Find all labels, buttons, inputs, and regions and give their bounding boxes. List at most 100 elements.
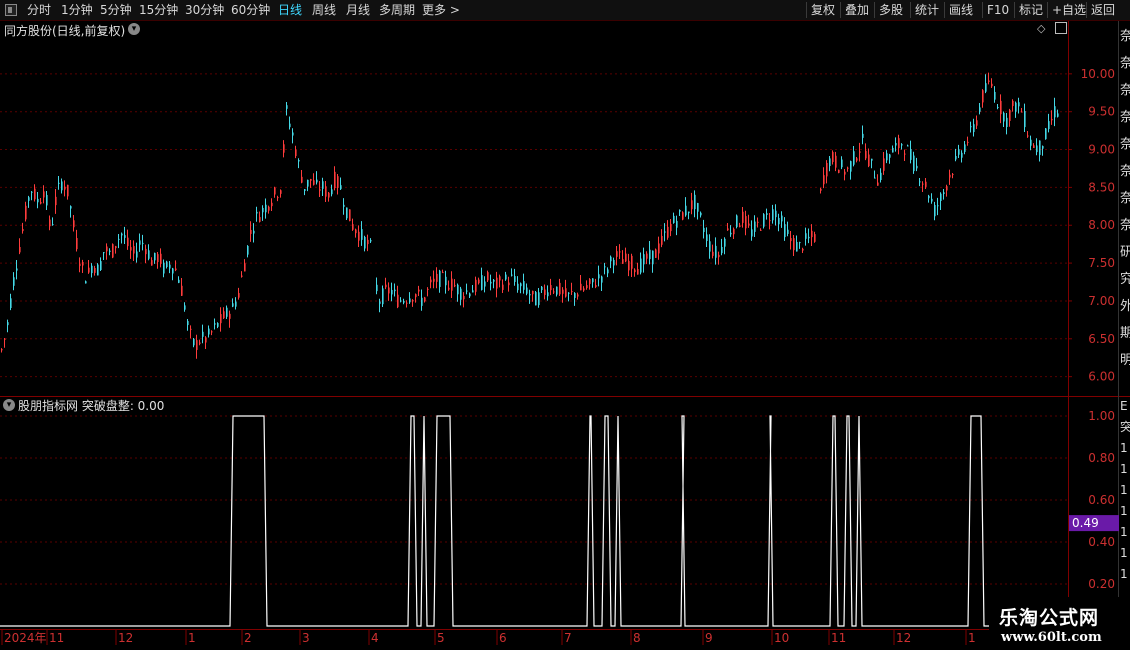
candle-body (1045, 128, 1047, 140)
candle-body (187, 321, 189, 326)
candle-body (931, 198, 933, 202)
right-edge-char: 1 (1120, 525, 1128, 539)
candle-body (37, 198, 39, 203)
candle-body (274, 187, 276, 195)
candle-body (133, 246, 135, 254)
candle-body (514, 276, 516, 282)
candle-body (649, 249, 651, 260)
main-tick-label: 6.50 (1088, 332, 1115, 346)
candle-body (25, 205, 27, 220)
candle-body (736, 215, 738, 227)
candle-body (496, 277, 498, 289)
candle-body (481, 275, 483, 290)
candle-body (154, 252, 156, 261)
candle-body (973, 124, 975, 133)
right-edge-char: 奈 (1120, 164, 1130, 179)
candle-body (628, 260, 630, 271)
candle-body (1039, 140, 1041, 155)
candle-body (334, 171, 336, 189)
candle-body (196, 340, 198, 350)
candle-body (613, 259, 615, 266)
candle-body (619, 251, 621, 253)
candle-body (412, 299, 414, 302)
candle-body (607, 269, 609, 274)
candle-body (562, 289, 564, 294)
candle-body (787, 229, 789, 234)
candle-body (328, 192, 330, 198)
right-edge-char: 奈 (1120, 191, 1130, 206)
candle-body (343, 204, 345, 207)
candle-body (118, 238, 120, 240)
candle-body (874, 177, 876, 179)
ind-tick-label: 0.20 (1088, 577, 1115, 591)
candle-body (58, 182, 60, 184)
candle-body (355, 229, 357, 234)
candle-body (982, 90, 984, 103)
candle-body (295, 149, 297, 157)
candle-body (223, 311, 225, 319)
candle-body (1036, 145, 1038, 153)
candle-body (616, 251, 618, 257)
candle-body (697, 203, 699, 212)
chart-canvas[interactable]: 10.00 9.50 9.00 8.50 8.00 7.50 7.00 6.50 6.00 1.0… (0, 0, 1130, 650)
candle-body (610, 256, 612, 262)
candle-body (325, 186, 327, 197)
time-label: 12 (118, 631, 133, 645)
candle-body (241, 275, 243, 277)
candle-body (550, 285, 552, 291)
candle-body (490, 281, 492, 284)
candle-body (445, 276, 447, 286)
candle-body (73, 220, 75, 228)
main-tick-label: 9.00 (1088, 143, 1115, 157)
candle-body (715, 245, 717, 258)
candle-body (643, 254, 645, 265)
candle-body (16, 268, 18, 271)
candle-body (595, 285, 597, 288)
candle-body (547, 292, 549, 297)
candle-body (856, 158, 858, 161)
candle-body (955, 156, 957, 160)
time-label: 2024年 (4, 631, 47, 645)
candle-body (205, 337, 207, 343)
candle-body (928, 195, 930, 199)
candle-body (943, 192, 945, 194)
candle-body (961, 152, 963, 158)
time-label: 11 (831, 631, 846, 645)
candle-body (820, 188, 822, 191)
candle-body (745, 216, 747, 229)
candle-body (271, 202, 273, 207)
candle-body (991, 83, 993, 87)
candle-body (256, 211, 258, 214)
candle-body (163, 262, 165, 274)
candle-body (694, 194, 696, 210)
right-edge-char: 期 (1120, 326, 1130, 341)
candle-body (214, 323, 216, 325)
candle-body (85, 281, 87, 284)
candle-body (565, 288, 567, 297)
candle-body (283, 144, 285, 153)
candle-body (622, 259, 624, 264)
candle-body (592, 278, 594, 283)
candle-body (109, 250, 111, 252)
candle-body (253, 230, 255, 234)
candle-body (733, 228, 735, 235)
candle-body (850, 161, 852, 172)
candle-body (493, 279, 495, 282)
candle-body (871, 158, 873, 161)
time-label: 8 (633, 631, 641, 645)
candle-body (175, 268, 177, 271)
right-edge-char: 1 (1120, 441, 1128, 455)
candle-body (841, 159, 843, 168)
candle-body (505, 274, 507, 280)
candle-body (286, 105, 288, 109)
time-label: 10 (774, 631, 789, 645)
candle-body (754, 221, 756, 232)
candle-body (922, 183, 924, 185)
candle-body (763, 214, 765, 227)
time-label: 6 (499, 631, 507, 645)
candle-body (748, 223, 750, 226)
candle-body (772, 209, 774, 221)
candle-body (658, 243, 660, 254)
candle-body (43, 191, 45, 198)
candle-body (307, 179, 309, 187)
